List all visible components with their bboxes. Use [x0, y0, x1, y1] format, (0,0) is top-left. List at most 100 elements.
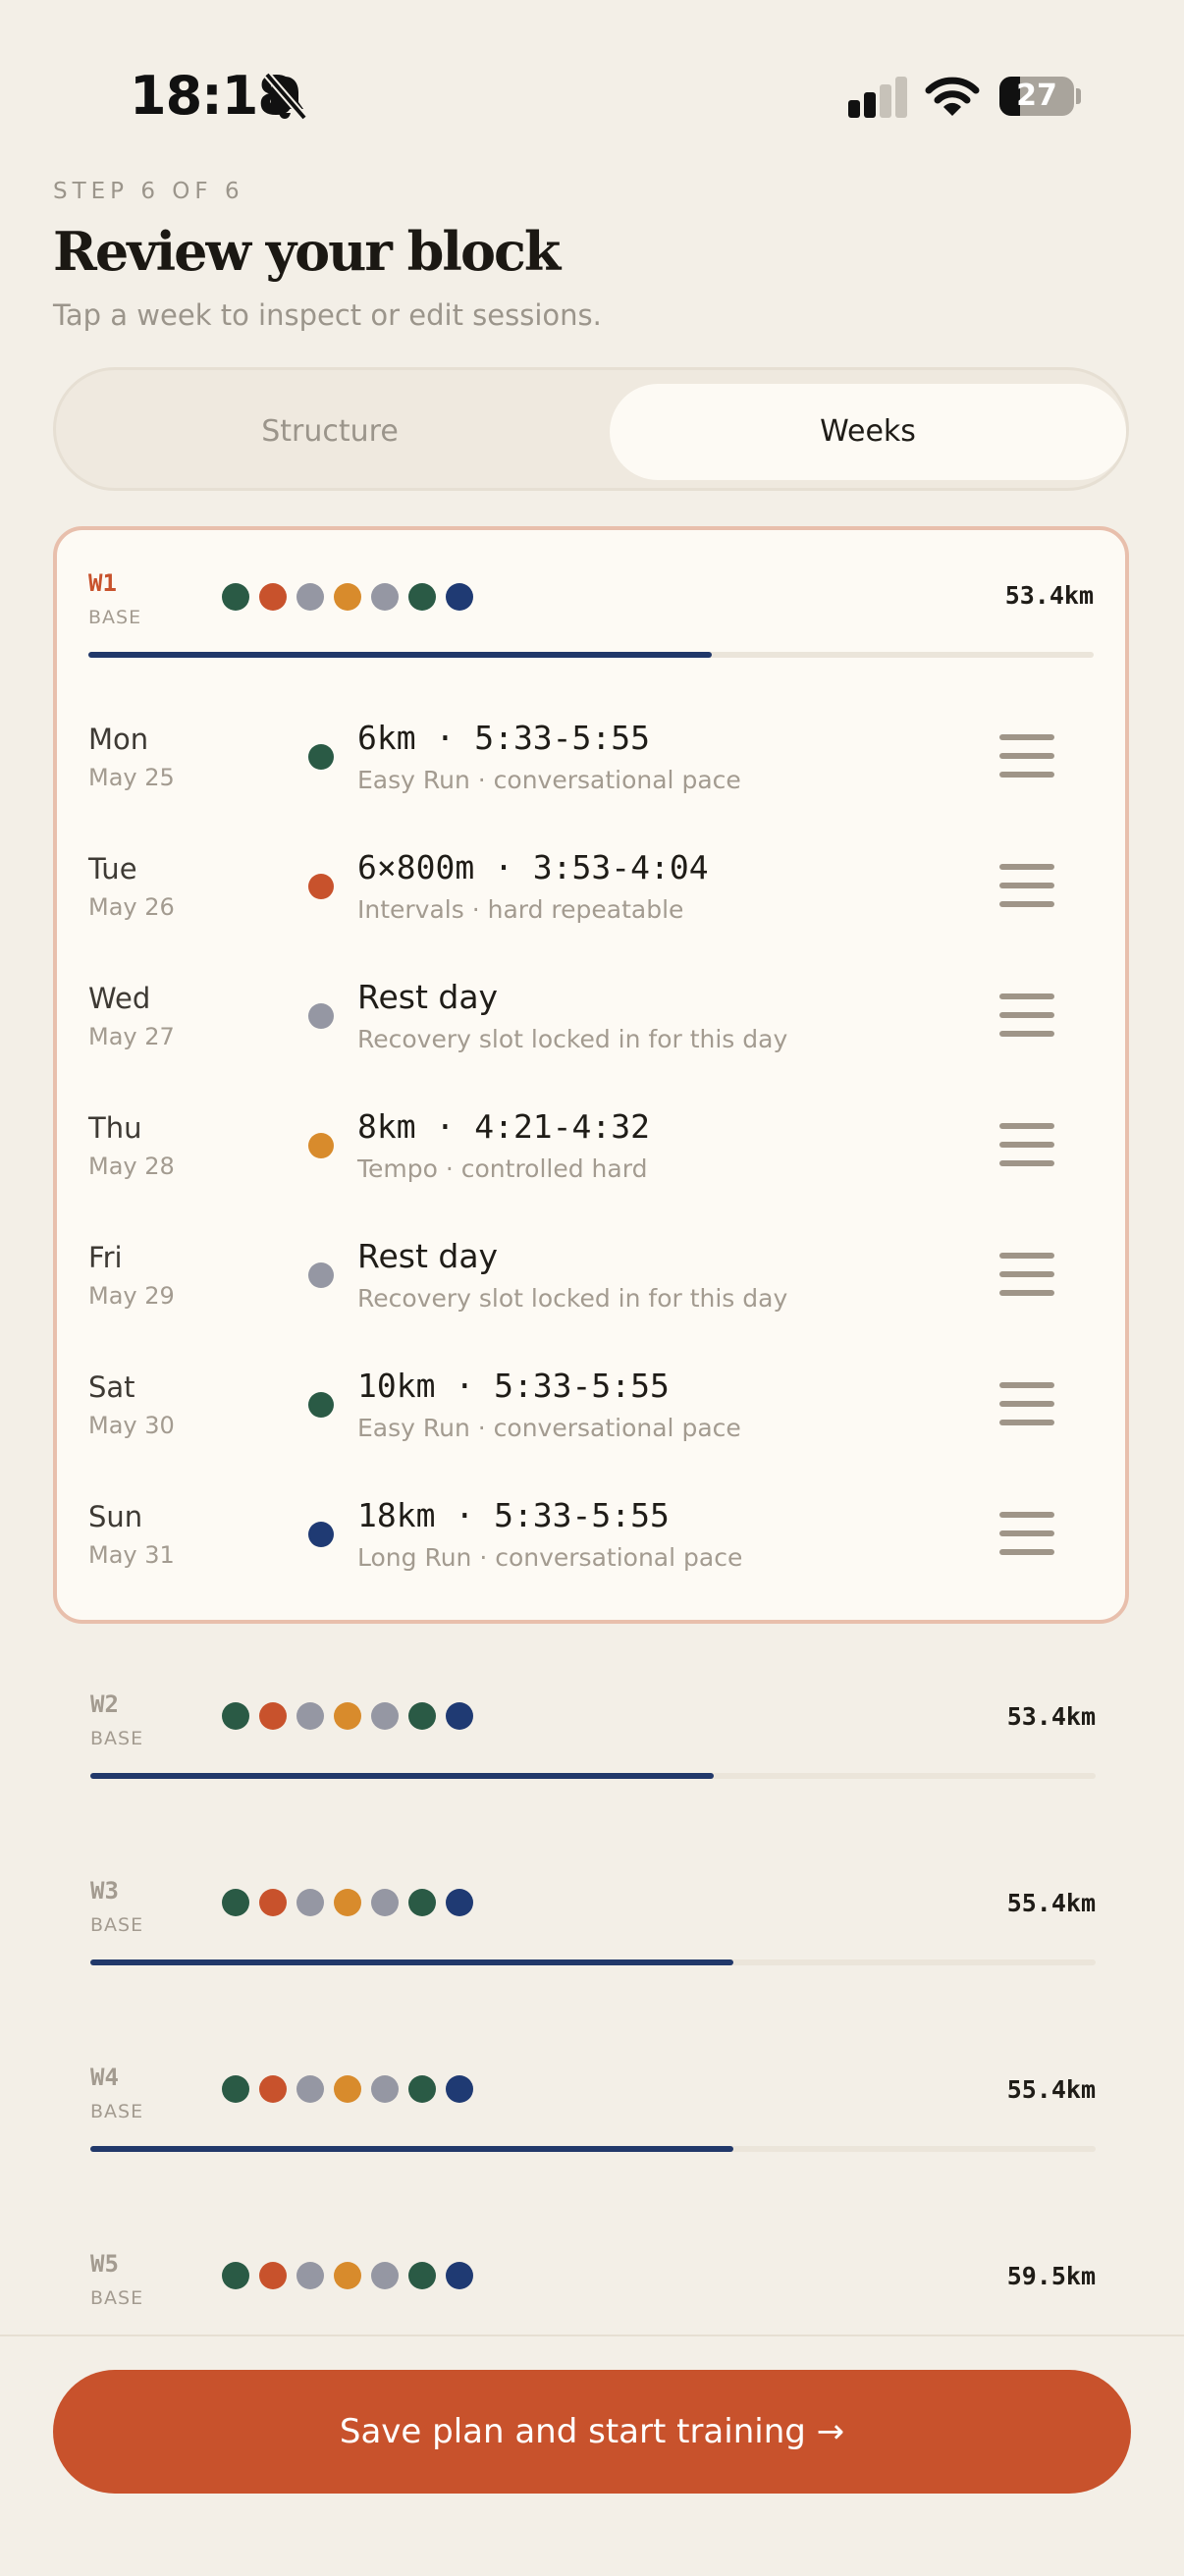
bell-muted-icon: [263, 72, 308, 121]
week-session-dots: [222, 583, 473, 611]
week-phase: BASE: [90, 2101, 144, 2122]
week-label: W4: [90, 2064, 119, 2091]
session-dot-intervals: [259, 1702, 287, 1730]
session-dot-rest: [371, 1889, 399, 1916]
session-sub: Easy Run · conversational pace: [357, 766, 741, 794]
week-progress-fill: [90, 1773, 714, 1779]
session-main: Rest day: [357, 978, 499, 1016]
session-day: Mon: [88, 723, 149, 756]
session-dot-easy: [408, 1702, 436, 1730]
session-row[interactable]: Wed May 27 Rest day Recovery slot locked…: [57, 966, 1125, 1096]
session-main: Rest day: [357, 1237, 499, 1275]
week-label: W1: [88, 569, 117, 597]
drag-handle-icon[interactable]: [999, 1123, 1054, 1166]
session-dot-rest: [296, 1702, 324, 1730]
week-session-dots: [222, 1889, 473, 1916]
session-day: Wed: [88, 982, 151, 1015]
page-subtitle: Tap a week to inspect or edit sessions.: [53, 298, 602, 332]
drag-handle-icon[interactable]: [999, 1382, 1054, 1425]
session-dot-tempo: [334, 1702, 361, 1730]
session-main: 6×800m · 3:53-4:04: [357, 848, 709, 886]
session-dot-long: [446, 583, 473, 611]
step-indicator: STEP 6 OF 6: [53, 179, 244, 204]
week-distance: 59.5km: [1006, 2262, 1096, 2290]
tab-weeks[interactable]: Weeks: [610, 384, 1126, 480]
session-dot-rest: [371, 2075, 399, 2103]
battery-indicator: 27: [999, 77, 1082, 116]
session-dot-easy: [222, 1702, 249, 1730]
week-distance: 55.4km: [1006, 1889, 1096, 1917]
session-dot-long: [446, 2262, 473, 2289]
session-type-dot: [308, 1133, 334, 1158]
week-row-w2[interactable]: W2 BASE 53.4km: [90, 1687, 1096, 1795]
session-dot-rest: [296, 2262, 324, 2289]
session-day: Thu: [88, 1111, 142, 1145]
session-dot-easy: [222, 2075, 249, 2103]
session-dot-rest: [371, 2262, 399, 2289]
week-progress-track: [88, 652, 1094, 658]
session-type-dot: [308, 1003, 334, 1029]
week-session-dots: [222, 2262, 473, 2289]
session-dot-tempo: [334, 2075, 361, 2103]
session-dot-easy: [408, 2075, 436, 2103]
week-phase: BASE: [90, 2287, 144, 2309]
week-progress-track: [90, 1959, 1096, 1965]
session-dot-easy: [222, 2262, 249, 2289]
session-sub: Recovery slot locked in for this day: [357, 1025, 788, 1053]
drag-handle-icon[interactable]: [999, 1253, 1054, 1296]
session-dot-intervals: [259, 2262, 287, 2289]
week-label: W2: [90, 1690, 119, 1718]
session-row[interactable]: Thu May 28 8km · 4:21-4:32 Tempo · contr…: [57, 1096, 1125, 1225]
session-row[interactable]: Fri May 29 Rest day Recovery slot locked…: [57, 1225, 1125, 1355]
wifi-icon: [925, 77, 980, 116]
session-dot-rest: [371, 1702, 399, 1730]
session-dot-easy: [408, 583, 436, 611]
week-session-dots: [222, 1702, 473, 1730]
tab-structure[interactable]: Structure: [70, 384, 590, 480]
view-segmented-control: Structure Weeks: [53, 367, 1129, 491]
week-card-expanded[interactable]: W1 BASE 53.4km Mon May 25 6km · 5:33-5:5…: [53, 526, 1129, 1624]
session-dot-rest: [296, 2075, 324, 2103]
week-row-w3[interactable]: W3 BASE 55.4km: [90, 1873, 1096, 1981]
session-dot-long: [446, 2075, 473, 2103]
session-main: 18km · 5:33-5:55: [357, 1496, 670, 1534]
session-dot-rest: [371, 583, 399, 611]
session-row[interactable]: Sun May 31 18km · 5:33-5:55 Long Run · c…: [57, 1484, 1125, 1614]
session-dot-intervals: [259, 2075, 287, 2103]
session-row[interactable]: Tue May 26 6×800m · 3:53-4:04 Intervals …: [57, 836, 1125, 966]
session-date: May 28: [88, 1153, 175, 1180]
save-plan-button[interactable]: Save plan and start training →: [53, 2370, 1131, 2494]
cellular-signal-icon: [848, 77, 907, 118]
session-dot-tempo: [334, 2262, 361, 2289]
session-main: 10km · 5:33-5:55: [357, 1367, 670, 1405]
week-phase: BASE: [90, 1728, 144, 1749]
session-dot-intervals: [259, 583, 287, 611]
week-phase: BASE: [90, 1914, 144, 1936]
session-dot-long: [446, 1889, 473, 1916]
session-sub: Tempo · controlled hard: [357, 1154, 648, 1183]
week-label: W3: [90, 1877, 119, 1905]
session-main: 6km · 5:33-5:55: [357, 719, 651, 757]
session-sub: Easy Run · conversational pace: [357, 1414, 741, 1442]
session-row[interactable]: Sat May 30 10km · 5:33-5:55 Easy Run · c…: [57, 1355, 1125, 1484]
session-type-dot: [308, 874, 334, 899]
session-dot-easy: [408, 2262, 436, 2289]
status-bar: 18:18 27: [0, 0, 1184, 187]
week-session-dots: [222, 2075, 473, 2103]
session-dot-rest: [296, 583, 324, 611]
drag-handle-icon[interactable]: [999, 1512, 1054, 1555]
session-sub: Long Run · conversational pace: [357, 1543, 743, 1572]
bottom-action-bar: Save plan and start training →: [0, 2334, 1184, 2576]
week-progress-track: [90, 1773, 1096, 1779]
session-row[interactable]: Mon May 25 6km · 5:33-5:55 Easy Run · co…: [57, 707, 1125, 836]
week-progress-fill: [90, 1959, 734, 1965]
week-row-w4[interactable]: W4 BASE 55.4km: [90, 2060, 1096, 2168]
drag-handle-icon[interactable]: [999, 993, 1054, 1037]
session-day: Sun: [88, 1500, 143, 1533]
session-type-dot: [308, 744, 334, 770]
session-dot-intervals: [259, 1889, 287, 1916]
session-type-dot: [308, 1262, 334, 1288]
session-dot-rest: [296, 1889, 324, 1916]
drag-handle-icon[interactable]: [999, 734, 1054, 778]
drag-handle-icon[interactable]: [999, 864, 1054, 907]
